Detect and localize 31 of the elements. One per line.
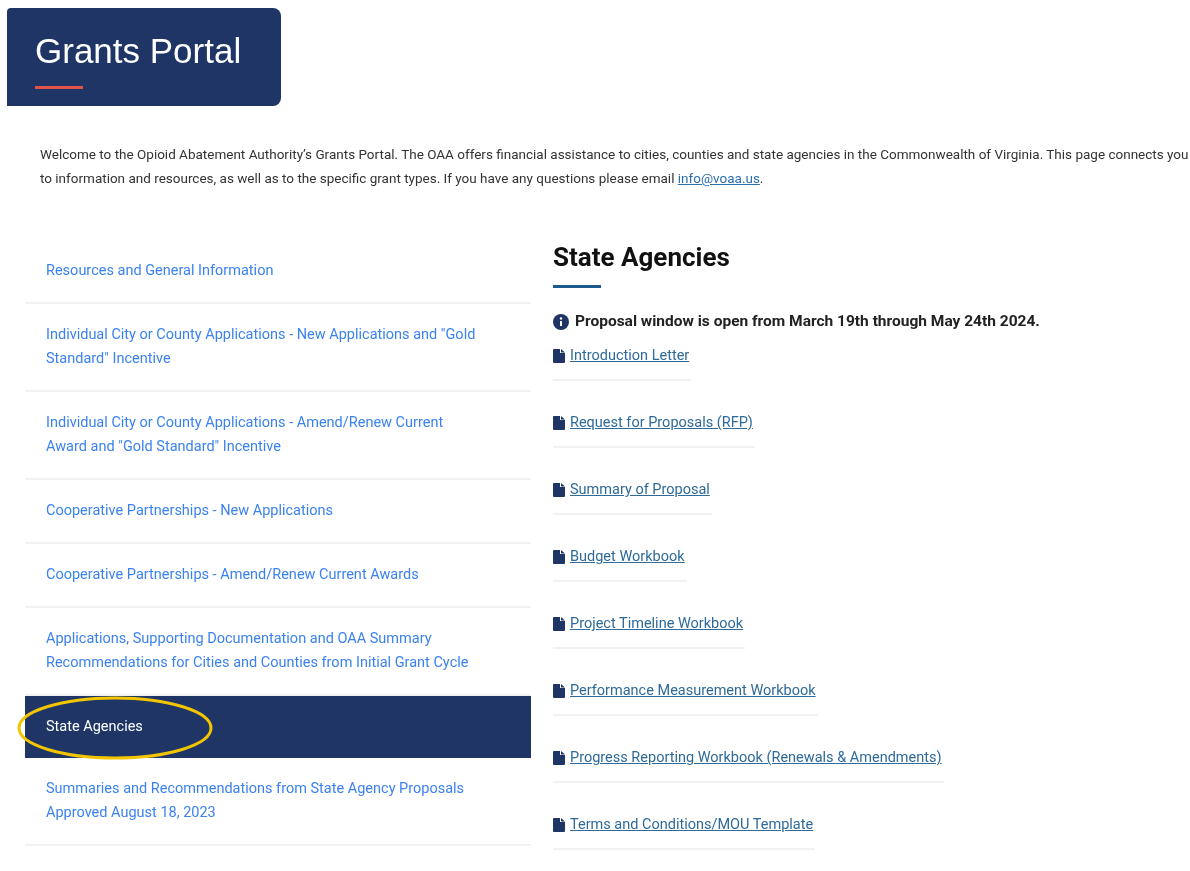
- document-link[interactable]: Request for Proposals (RFP): [570, 412, 753, 435]
- document-link[interactable]: Performance Measurement Workbook: [570, 680, 816, 703]
- document-link[interactable]: Project Timeline Workbook: [570, 613, 744, 636]
- sidebar-item[interactable]: State Agencies: [25, 696, 531, 758]
- document-icon: [553, 416, 565, 431]
- info-icon: [553, 313, 569, 330]
- intro-paragraph: Welcome to the Opioid Abatement Authority’s Grants Portal. The OAA offers financial assistance to cities, counties and state agencies in the Commonwealth of Virginia. This page connects you to information and resources, as well as to the specific grant types. If you have any questions please email info@voaa.us.: [40, 145, 1190, 188]
- sidebar-item[interactable]: Individual City or County Applications - New Applications and "Gold Standard" Incentive: [25, 304, 531, 392]
- document-icon: [553, 684, 565, 699]
- title-underline: [35, 86, 83, 89]
- heading-underline: [553, 285, 601, 288]
- sidebar-item[interactable]: Individual City or County Applications - Amend/Renew Current Award and "Gold Standard" Incentive: [25, 392, 531, 480]
- sidebar-item[interactable]: Cooperative Partnerships - Amend/Renew Current Awards: [25, 544, 531, 608]
- document-icon: [553, 818, 565, 833]
- document-link[interactable]: Progress Reporting Workbook (Renewals & Amendments): [570, 747, 942, 770]
- page-title: Grants Portal: [35, 30, 242, 72]
- document-icon: [553, 751, 565, 766]
- notice-text: Proposal window is open from March 19th through May 24th 2024.: [575, 311, 1040, 332]
- document-icon: [553, 349, 565, 364]
- document-icon: [553, 483, 565, 498]
- sidebar-item[interactable]: Summaries and Recommendations from State Agency Proposals Approved August 18, 2023: [25, 758, 531, 846]
- document-link[interactable]: Terms and Conditions/MOU Template: [570, 814, 814, 837]
- section-heading: State Agencies: [553, 241, 730, 273]
- email-link[interactable]: info@voaa.us: [677, 170, 760, 186]
- document-link[interactable]: Introduction Letter: [570, 345, 690, 368]
- document-icon: [553, 617, 565, 632]
- document-link[interactable]: Budget Workbook: [570, 546, 685, 569]
- sidebar-item[interactable]: Resources and General Information: [25, 240, 531, 304]
- document-icon: [553, 550, 565, 565]
- sidebar-item[interactable]: Cooperative Partnerships - New Applications: [25, 480, 531, 544]
- document-link[interactable]: Summary of Proposal: [570, 479, 710, 502]
